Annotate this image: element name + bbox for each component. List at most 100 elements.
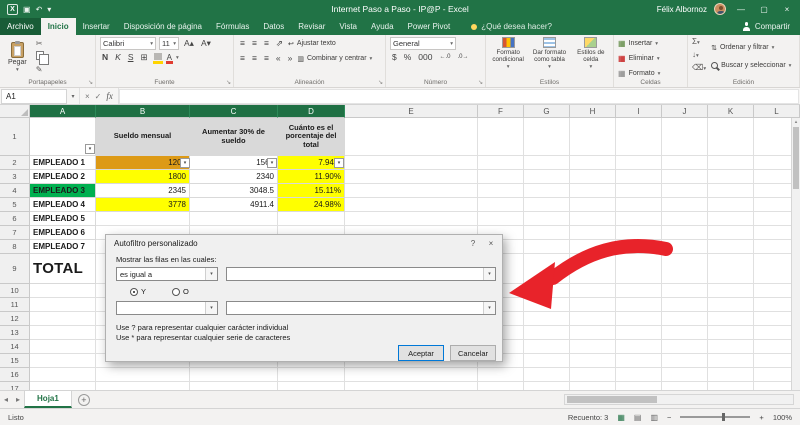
cell[interactable] bbox=[708, 354, 754, 368]
column-header-H[interactable]: H bbox=[570, 105, 616, 118]
cell[interactable] bbox=[616, 284, 662, 298]
cell[interactable] bbox=[570, 254, 616, 284]
tab-power-pivot[interactable]: Power Pivot bbox=[401, 18, 458, 35]
zoom-in-button[interactable]: + bbox=[759, 413, 763, 422]
zoom-slider[interactable] bbox=[680, 413, 751, 421]
cell[interactable] bbox=[524, 156, 570, 170]
cell[interactable] bbox=[478, 118, 524, 156]
cell[interactable] bbox=[616, 240, 662, 254]
tab-ayuda[interactable]: Ayuda bbox=[364, 18, 401, 35]
cell[interactable] bbox=[345, 184, 478, 198]
fill-color-button[interactable] bbox=[152, 53, 163, 64]
format-painter-button[interactable]: ✎ bbox=[36, 65, 44, 74]
cancel-entry-icon[interactable]: × bbox=[85, 92, 90, 101]
cell[interactable] bbox=[662, 240, 708, 254]
conditional-formatting-button[interactable]: Formato condicional ▾ bbox=[490, 37, 526, 71]
sheet-nav-left-icon[interactable]: ◂ bbox=[0, 395, 12, 404]
cell[interactable] bbox=[570, 326, 616, 340]
cell[interactable] bbox=[524, 212, 570, 226]
increase-font-button[interactable]: A▴ bbox=[182, 38, 196, 49]
cell[interactable] bbox=[708, 212, 754, 226]
cell[interactable] bbox=[570, 298, 616, 312]
cell-A7[interactable]: EMPLEADO 6 bbox=[30, 226, 96, 240]
font-size-combo[interactable]: 11 ▾ bbox=[159, 37, 179, 50]
percent-format-button[interactable]: % bbox=[402, 52, 414, 63]
cell-B5[interactable]: 3778 bbox=[96, 198, 190, 212]
row-header-14[interactable]: 14 bbox=[0, 340, 30, 354]
cell[interactable] bbox=[190, 212, 278, 226]
cancel-button[interactable]: Cancelar bbox=[450, 345, 496, 361]
cell[interactable] bbox=[570, 184, 616, 198]
column-header-A[interactable]: A bbox=[30, 105, 96, 118]
cell[interactable] bbox=[524, 340, 570, 354]
view-page-layout-button[interactable]: ▤ bbox=[634, 413, 642, 422]
row-header-2[interactable]: 2 bbox=[0, 156, 30, 170]
cell[interactable] bbox=[96, 382, 190, 390]
font-name-combo[interactable]: Calibri ▾ bbox=[100, 37, 156, 50]
cell[interactable] bbox=[616, 382, 662, 390]
cell[interactable] bbox=[708, 240, 754, 254]
cell[interactable] bbox=[30, 326, 96, 340]
column-header-E[interactable]: E bbox=[345, 105, 478, 118]
cell-C2[interactable]: 1560 bbox=[190, 156, 278, 170]
cell-D1[interactable]: Cuánto es el porcentaje del total bbox=[278, 118, 345, 156]
cell[interactable] bbox=[278, 382, 345, 390]
increase-indent-button[interactable]: » bbox=[286, 53, 295, 64]
cell[interactable] bbox=[616, 226, 662, 240]
column-header-G[interactable]: G bbox=[524, 105, 570, 118]
cell[interactable] bbox=[524, 184, 570, 198]
cell[interactable] bbox=[616, 118, 662, 156]
comma-format-button[interactable]: 000 bbox=[416, 52, 434, 63]
cell[interactable] bbox=[662, 312, 708, 326]
filter-button[interactable]: ▾ bbox=[334, 158, 344, 168]
currency-format-button[interactable]: $ bbox=[390, 52, 399, 63]
cell[interactable] bbox=[524, 198, 570, 212]
cell-B3[interactable]: 1800 bbox=[96, 170, 190, 184]
cell[interactable] bbox=[345, 382, 478, 390]
borders-button[interactable]: ⊞ bbox=[138, 52, 149, 63]
row-header-8[interactable]: 8 bbox=[0, 240, 30, 254]
cell[interactable] bbox=[478, 212, 524, 226]
cell[interactable] bbox=[662, 170, 708, 184]
cut-button[interactable]: ✂ bbox=[36, 39, 44, 48]
cell-A9-total[interactable]: TOTAL bbox=[30, 254, 96, 284]
cell[interactable] bbox=[616, 298, 662, 312]
value-combo-1[interactable]: ▾ bbox=[226, 267, 496, 281]
cell-D5[interactable]: 24.98% bbox=[278, 198, 345, 212]
dialog-help-button[interactable]: ? bbox=[464, 236, 482, 250]
cell[interactable] bbox=[570, 354, 616, 368]
vertical-scrollbar-thumb[interactable] bbox=[793, 127, 799, 189]
column-header-B[interactable]: B bbox=[96, 105, 190, 118]
row-header-10[interactable]: 10 bbox=[0, 284, 30, 298]
confirm-entry-icon[interactable]: ✓ bbox=[95, 92, 102, 101]
cell[interactable] bbox=[662, 340, 708, 354]
row-header-17[interactable]: 17 bbox=[0, 382, 30, 390]
row-header-5[interactable]: 5 bbox=[0, 198, 30, 212]
cell[interactable] bbox=[30, 354, 96, 368]
cell[interactable] bbox=[708, 340, 754, 354]
maximize-button[interactable]: ▢ bbox=[756, 5, 772, 14]
view-normal-button[interactable]: ▦ bbox=[617, 413, 625, 422]
row-header-16[interactable]: 16 bbox=[0, 368, 30, 382]
decrease-decimal-button[interactable]: .0→ bbox=[456, 52, 471, 63]
cell[interactable] bbox=[478, 382, 524, 390]
share-button[interactable]: Compartir bbox=[742, 18, 800, 35]
cell[interactable] bbox=[524, 312, 570, 326]
cell[interactable] bbox=[345, 170, 478, 184]
align-top-button[interactable]: ≡ bbox=[238, 38, 247, 49]
cell[interactable] bbox=[662, 212, 708, 226]
tab-datos[interactable]: Datos bbox=[256, 18, 291, 35]
cell[interactable] bbox=[524, 170, 570, 184]
wrap-text-button[interactable]: ↩ Ajustar texto bbox=[288, 37, 336, 50]
insert-function-button[interactable]: fx bbox=[106, 91, 113, 101]
cell[interactable] bbox=[478, 170, 524, 184]
cell[interactable] bbox=[708, 284, 754, 298]
cell[interactable] bbox=[345, 156, 478, 170]
cell[interactable] bbox=[478, 184, 524, 198]
cell[interactable] bbox=[662, 326, 708, 340]
cell[interactable] bbox=[662, 382, 708, 390]
cell-A4[interactable]: EMPLEADO 3 bbox=[30, 184, 96, 198]
increase-decimal-button[interactable]: ←.0 bbox=[437, 52, 452, 63]
cell[interactable] bbox=[524, 326, 570, 340]
dialog-launcher-icon[interactable]: ↘ bbox=[226, 79, 231, 86]
